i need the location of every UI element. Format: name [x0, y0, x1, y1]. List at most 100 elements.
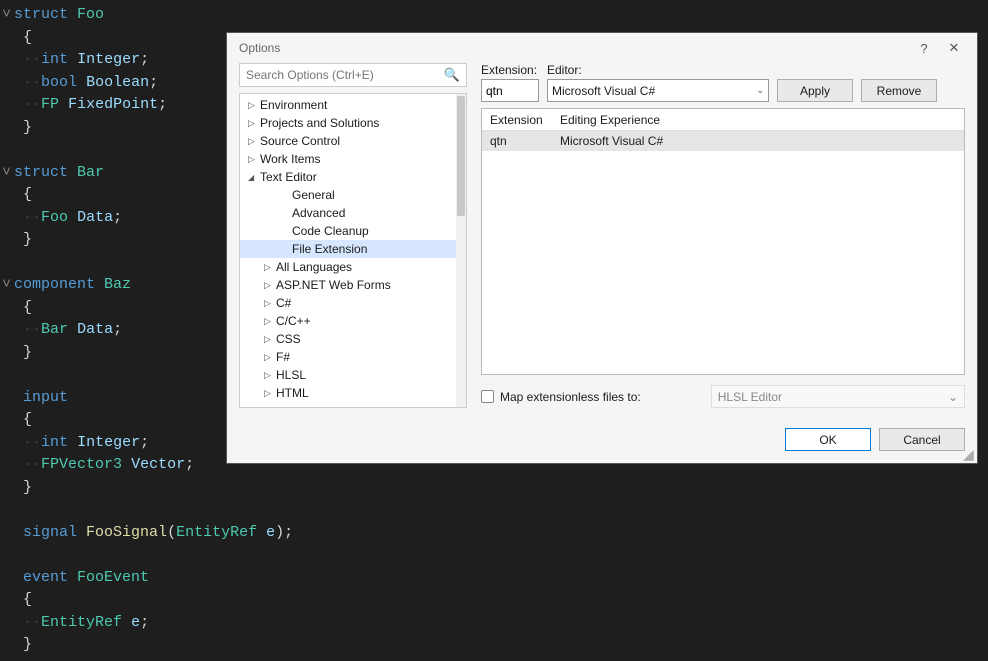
search-options-input[interactable]: 🔍 [239, 63, 467, 87]
fold-icon[interactable]: ˅ [2, 274, 14, 297]
fold-icon[interactable] [2, 94, 14, 117]
tree-item[interactable]: ▷Source Control [240, 132, 466, 150]
tree-item[interactable]: ▷F# [240, 348, 466, 366]
tree-item[interactable]: Code Cleanup [240, 222, 466, 240]
code-token [14, 321, 23, 338]
tree-item[interactable]: ▷HTML [240, 384, 466, 402]
fold-icon[interactable] [2, 612, 14, 635]
fold-icon[interactable] [2, 229, 14, 252]
fold-icon[interactable] [2, 184, 14, 207]
code-line[interactable]: } [0, 634, 988, 657]
extensions-grid[interactable]: Extension Editing Experience qtnMicrosof… [481, 108, 965, 375]
scrollbar-thumb[interactable] [457, 96, 465, 216]
tree-item[interactable]: ▷C/C++ [240, 312, 466, 330]
fold-icon[interactable] [2, 342, 14, 365]
tree-item[interactable]: File Extension [240, 240, 466, 258]
tree-item[interactable]: ▷Projects and Solutions [240, 114, 466, 132]
fold-icon[interactable] [2, 634, 14, 657]
remove-button[interactable]: Remove [861, 79, 937, 102]
tree-item[interactable]: ▷All Languages [240, 258, 466, 276]
code-token: Integer [77, 51, 140, 68]
fold-icon[interactable] [2, 319, 14, 342]
code-line[interactable]: ˅struct Foo [0, 4, 988, 27]
map-select-value: HLSL Editor [718, 390, 782, 404]
fold-icon[interactable] [2, 567, 14, 590]
caret-right-icon[interactable]: ▷ [264, 388, 276, 399]
fold-icon[interactable]: ˅ [2, 4, 14, 27]
tree-item[interactable]: ▷Work Items [240, 150, 466, 168]
caret-right-icon[interactable]: ▷ [264, 298, 276, 309]
fold-icon[interactable] [2, 499, 14, 522]
caret-down-icon[interactable]: ◢ [248, 173, 260, 182]
tree-item[interactable]: ▷HLSL [240, 366, 466, 384]
code-line[interactable] [0, 544, 988, 567]
cancel-button[interactable]: Cancel [879, 428, 965, 451]
code-token [68, 434, 77, 451]
extension-input[interactable] [481, 79, 539, 102]
fold-icon[interactable] [2, 454, 14, 477]
code-line[interactable]: } [0, 477, 988, 500]
search-input[interactable] [246, 68, 444, 82]
tree-item[interactable]: ◢Text Editor [240, 168, 466, 186]
caret-right-icon[interactable]: ▷ [264, 370, 276, 381]
fold-icon[interactable] [2, 117, 14, 140]
code-token: ; [113, 209, 122, 226]
fold-icon[interactable] [2, 477, 14, 500]
fold-icon[interactable] [2, 207, 14, 230]
fold-icon[interactable] [2, 27, 14, 50]
caret-right-icon[interactable]: ▷ [248, 118, 260, 129]
caret-right-icon[interactable]: ▷ [264, 352, 276, 363]
fold-icon[interactable] [2, 544, 14, 567]
help-icon[interactable]: ? [909, 41, 939, 56]
caret-right-icon[interactable]: ▷ [264, 316, 276, 327]
fold-icon[interactable] [2, 432, 14, 455]
caret-right-icon[interactable]: ▷ [248, 154, 260, 165]
fold-icon[interactable] [2, 252, 14, 275]
tree-item[interactable]: Advanced [240, 204, 466, 222]
code-line[interactable]: { [0, 589, 988, 612]
code-token: Foo [41, 209, 68, 226]
fold-icon[interactable] [2, 49, 14, 72]
code-token [68, 569, 77, 586]
tree-item[interactable]: ▷CSS [240, 330, 466, 348]
code-token: ); [275, 524, 293, 541]
code-token: FixedPoint [68, 96, 158, 113]
caret-right-icon[interactable]: ▷ [248, 100, 260, 111]
apply-button[interactable]: Apply [777, 79, 853, 102]
code-line[interactable]: ··EntityRef e; [0, 612, 988, 635]
resize-grip-icon[interactable]: ◢ [963, 449, 975, 461]
table-row[interactable]: qtnMicrosoft Visual C# [482, 131, 964, 151]
fold-icon[interactable] [2, 72, 14, 95]
fold-icon[interactable] [2, 387, 14, 410]
code-token: } [14, 636, 32, 653]
code-line[interactable] [0, 499, 988, 522]
caret-right-icon[interactable]: ▷ [248, 136, 260, 147]
fold-icon[interactable] [2, 297, 14, 320]
fold-icon[interactable]: ˅ [2, 162, 14, 185]
code-line[interactable]: signal FooSignal(EntityRef e); [0, 522, 988, 545]
caret-right-icon[interactable]: ▷ [264, 334, 276, 345]
tree-item-label: HLSL [276, 368, 306, 382]
editor-select[interactable]: Microsoft Visual C# ⌄ [547, 79, 769, 102]
ok-button[interactable]: OK [785, 428, 871, 451]
fold-icon[interactable] [2, 364, 14, 387]
code-token: Bar [41, 321, 68, 338]
checkbox-box[interactable] [481, 390, 494, 403]
search-icon[interactable]: 🔍 [444, 67, 460, 83]
caret-right-icon[interactable]: ▷ [264, 262, 276, 273]
tree-item[interactable]: ▷C# [240, 294, 466, 312]
map-checkbox[interactable]: Map extensionless files to: [481, 390, 641, 404]
tree-item[interactable]: General [240, 186, 466, 204]
tree-item[interactable]: ▷ASP.NET Web Forms [240, 276, 466, 294]
caret-right-icon[interactable]: ▷ [264, 280, 276, 291]
fold-icon[interactable] [2, 409, 14, 432]
fold-icon[interactable] [2, 522, 14, 545]
close-icon[interactable]: ✕ [939, 40, 969, 56]
fold-icon[interactable] [2, 139, 14, 162]
tree-item[interactable]: ▷Environment [240, 96, 466, 114]
tree-scrollbar[interactable] [456, 94, 466, 407]
fold-icon[interactable] [2, 589, 14, 612]
code-line[interactable]: event FooEvent [0, 567, 988, 590]
options-tree[interactable]: ▷Environment▷Projects and Solutions▷Sour… [239, 93, 467, 408]
tree-item-label: ASP.NET Web Forms [276, 278, 391, 292]
